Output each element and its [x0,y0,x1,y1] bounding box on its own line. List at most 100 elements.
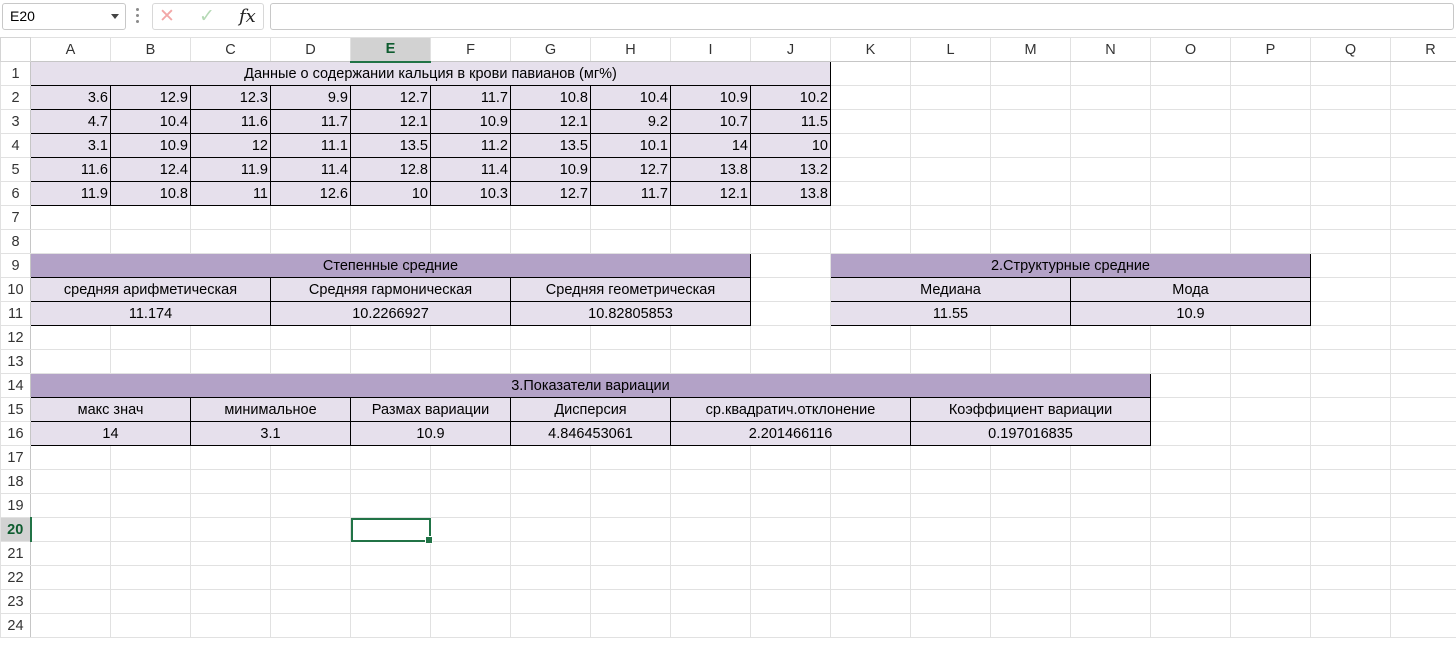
empty-cell[interactable] [1070,229,1151,254]
empty-cell[interactable] [510,613,591,638]
empty-cell[interactable] [1230,517,1311,542]
empty-cell[interactable] [30,565,111,590]
data-cell[interactable]: 11.4 [430,157,511,182]
variance-header[interactable]: Дисперсия [510,397,671,422]
empty-cell[interactable] [350,229,431,254]
empty-cell[interactable] [670,445,751,470]
empty-cell[interactable] [1390,349,1456,374]
empty-cell[interactable] [190,613,271,638]
empty-cell[interactable] [830,157,911,182]
empty-cell[interactable] [1390,85,1456,110]
empty-cell[interactable] [910,205,991,230]
data-cell[interactable]: 12.1 [510,109,591,134]
row-header[interactable]: 16 [0,421,31,446]
empty-cell[interactable] [190,229,271,254]
empty-cell[interactable] [1390,301,1456,326]
empty-cell[interactable] [270,613,351,638]
data-cell[interactable]: 4.7 [30,109,111,134]
empty-cell[interactable] [1150,61,1231,86]
empty-cell[interactable] [670,325,751,350]
empty-cell[interactable] [110,541,191,566]
fill-handle-icon[interactable] [425,536,433,544]
empty-cell[interactable] [270,205,351,230]
data-cell[interactable]: 11 [190,181,271,206]
empty-cell[interactable] [1230,205,1311,230]
chevron-down-icon[interactable] [111,14,119,19]
empty-cell[interactable] [1230,421,1311,446]
data-cell[interactable]: 11.5 [750,109,831,134]
empty-cell[interactable] [1150,421,1231,446]
empty-cell[interactable] [1070,517,1151,542]
empty-cell[interactable] [830,445,911,470]
empty-cell[interactable] [750,301,831,326]
calcium-table-title[interactable]: Данные о содержании кальция в крови пави… [30,61,831,86]
row-header[interactable]: 22 [0,565,31,590]
empty-cell[interactable] [910,181,991,206]
column-header[interactable]: D [270,37,351,62]
empty-cell[interactable] [1150,493,1231,518]
geometric-mean-value[interactable]: 10.82805853 [510,301,751,326]
empty-cell[interactable] [1390,469,1456,494]
drag-grip-icon[interactable] [136,8,140,26]
empty-cell[interactable] [1070,565,1151,590]
column-header[interactable]: C [190,37,271,62]
empty-cell[interactable] [1230,565,1311,590]
empty-cell[interactable] [670,349,751,374]
empty-cell[interactable] [1230,325,1311,350]
empty-cell[interactable] [110,517,191,542]
empty-cell[interactable] [990,109,1071,134]
select-all-corner[interactable] [0,37,31,62]
variance-value[interactable]: 4.846453061 [510,421,671,446]
active-cell[interactable] [350,517,433,544]
empty-cell[interactable] [510,517,591,542]
empty-cell[interactable] [110,589,191,614]
empty-cell[interactable] [30,205,111,230]
row-header[interactable]: 21 [0,541,31,566]
empty-cell[interactable] [590,517,671,542]
empty-cell[interactable] [1230,349,1311,374]
data-cell[interactable]: 11.9 [30,181,111,206]
empty-cell[interactable] [910,589,991,614]
std-deviation-value[interactable]: 2.201466116 [670,421,911,446]
empty-cell[interactable] [670,565,751,590]
row-header[interactable]: 4 [0,133,31,158]
empty-cell[interactable] [350,469,431,494]
empty-cell[interactable] [1390,325,1456,350]
empty-cell[interactable] [1310,493,1391,518]
empty-cell[interactable] [350,205,431,230]
empty-cell[interactable] [1310,349,1391,374]
empty-cell[interactable] [1150,469,1231,494]
column-header[interactable]: G [510,37,591,62]
empty-cell[interactable] [590,325,671,350]
empty-cell[interactable] [1390,373,1456,398]
empty-cell[interactable] [430,565,511,590]
empty-cell[interactable] [270,469,351,494]
empty-cell[interactable] [830,517,911,542]
empty-cell[interactable] [1310,85,1391,110]
empty-cell[interactable] [1070,205,1151,230]
variation-coefficient-value[interactable]: 0.197016835 [910,421,1151,446]
row-header[interactable]: 6 [0,181,31,206]
empty-cell[interactable] [1230,109,1311,134]
empty-cell[interactable] [30,325,111,350]
empty-cell[interactable] [990,445,1071,470]
empty-cell[interactable] [910,325,991,350]
empty-cell[interactable] [1390,109,1456,134]
empty-cell[interactable] [1150,373,1231,398]
empty-cell[interactable] [1310,325,1391,350]
data-cell[interactable]: 12.8 [350,157,431,182]
empty-cell[interactable] [990,181,1071,206]
empty-cell[interactable] [110,565,191,590]
empty-cell[interactable] [110,613,191,638]
empty-cell[interactable] [1070,493,1151,518]
empty-cell[interactable] [510,325,591,350]
empty-cell[interactable] [830,469,911,494]
data-cell[interactable]: 12.7 [510,181,591,206]
empty-cell[interactable] [1390,229,1456,254]
data-cell[interactable]: 10.9 [670,85,751,110]
empty-cell[interactable] [590,349,671,374]
empty-cell[interactable] [350,349,431,374]
row-header[interactable]: 19 [0,493,31,518]
cancel-icon[interactable]: ✕ [159,5,175,29]
row-header[interactable]: 1 [0,61,31,86]
